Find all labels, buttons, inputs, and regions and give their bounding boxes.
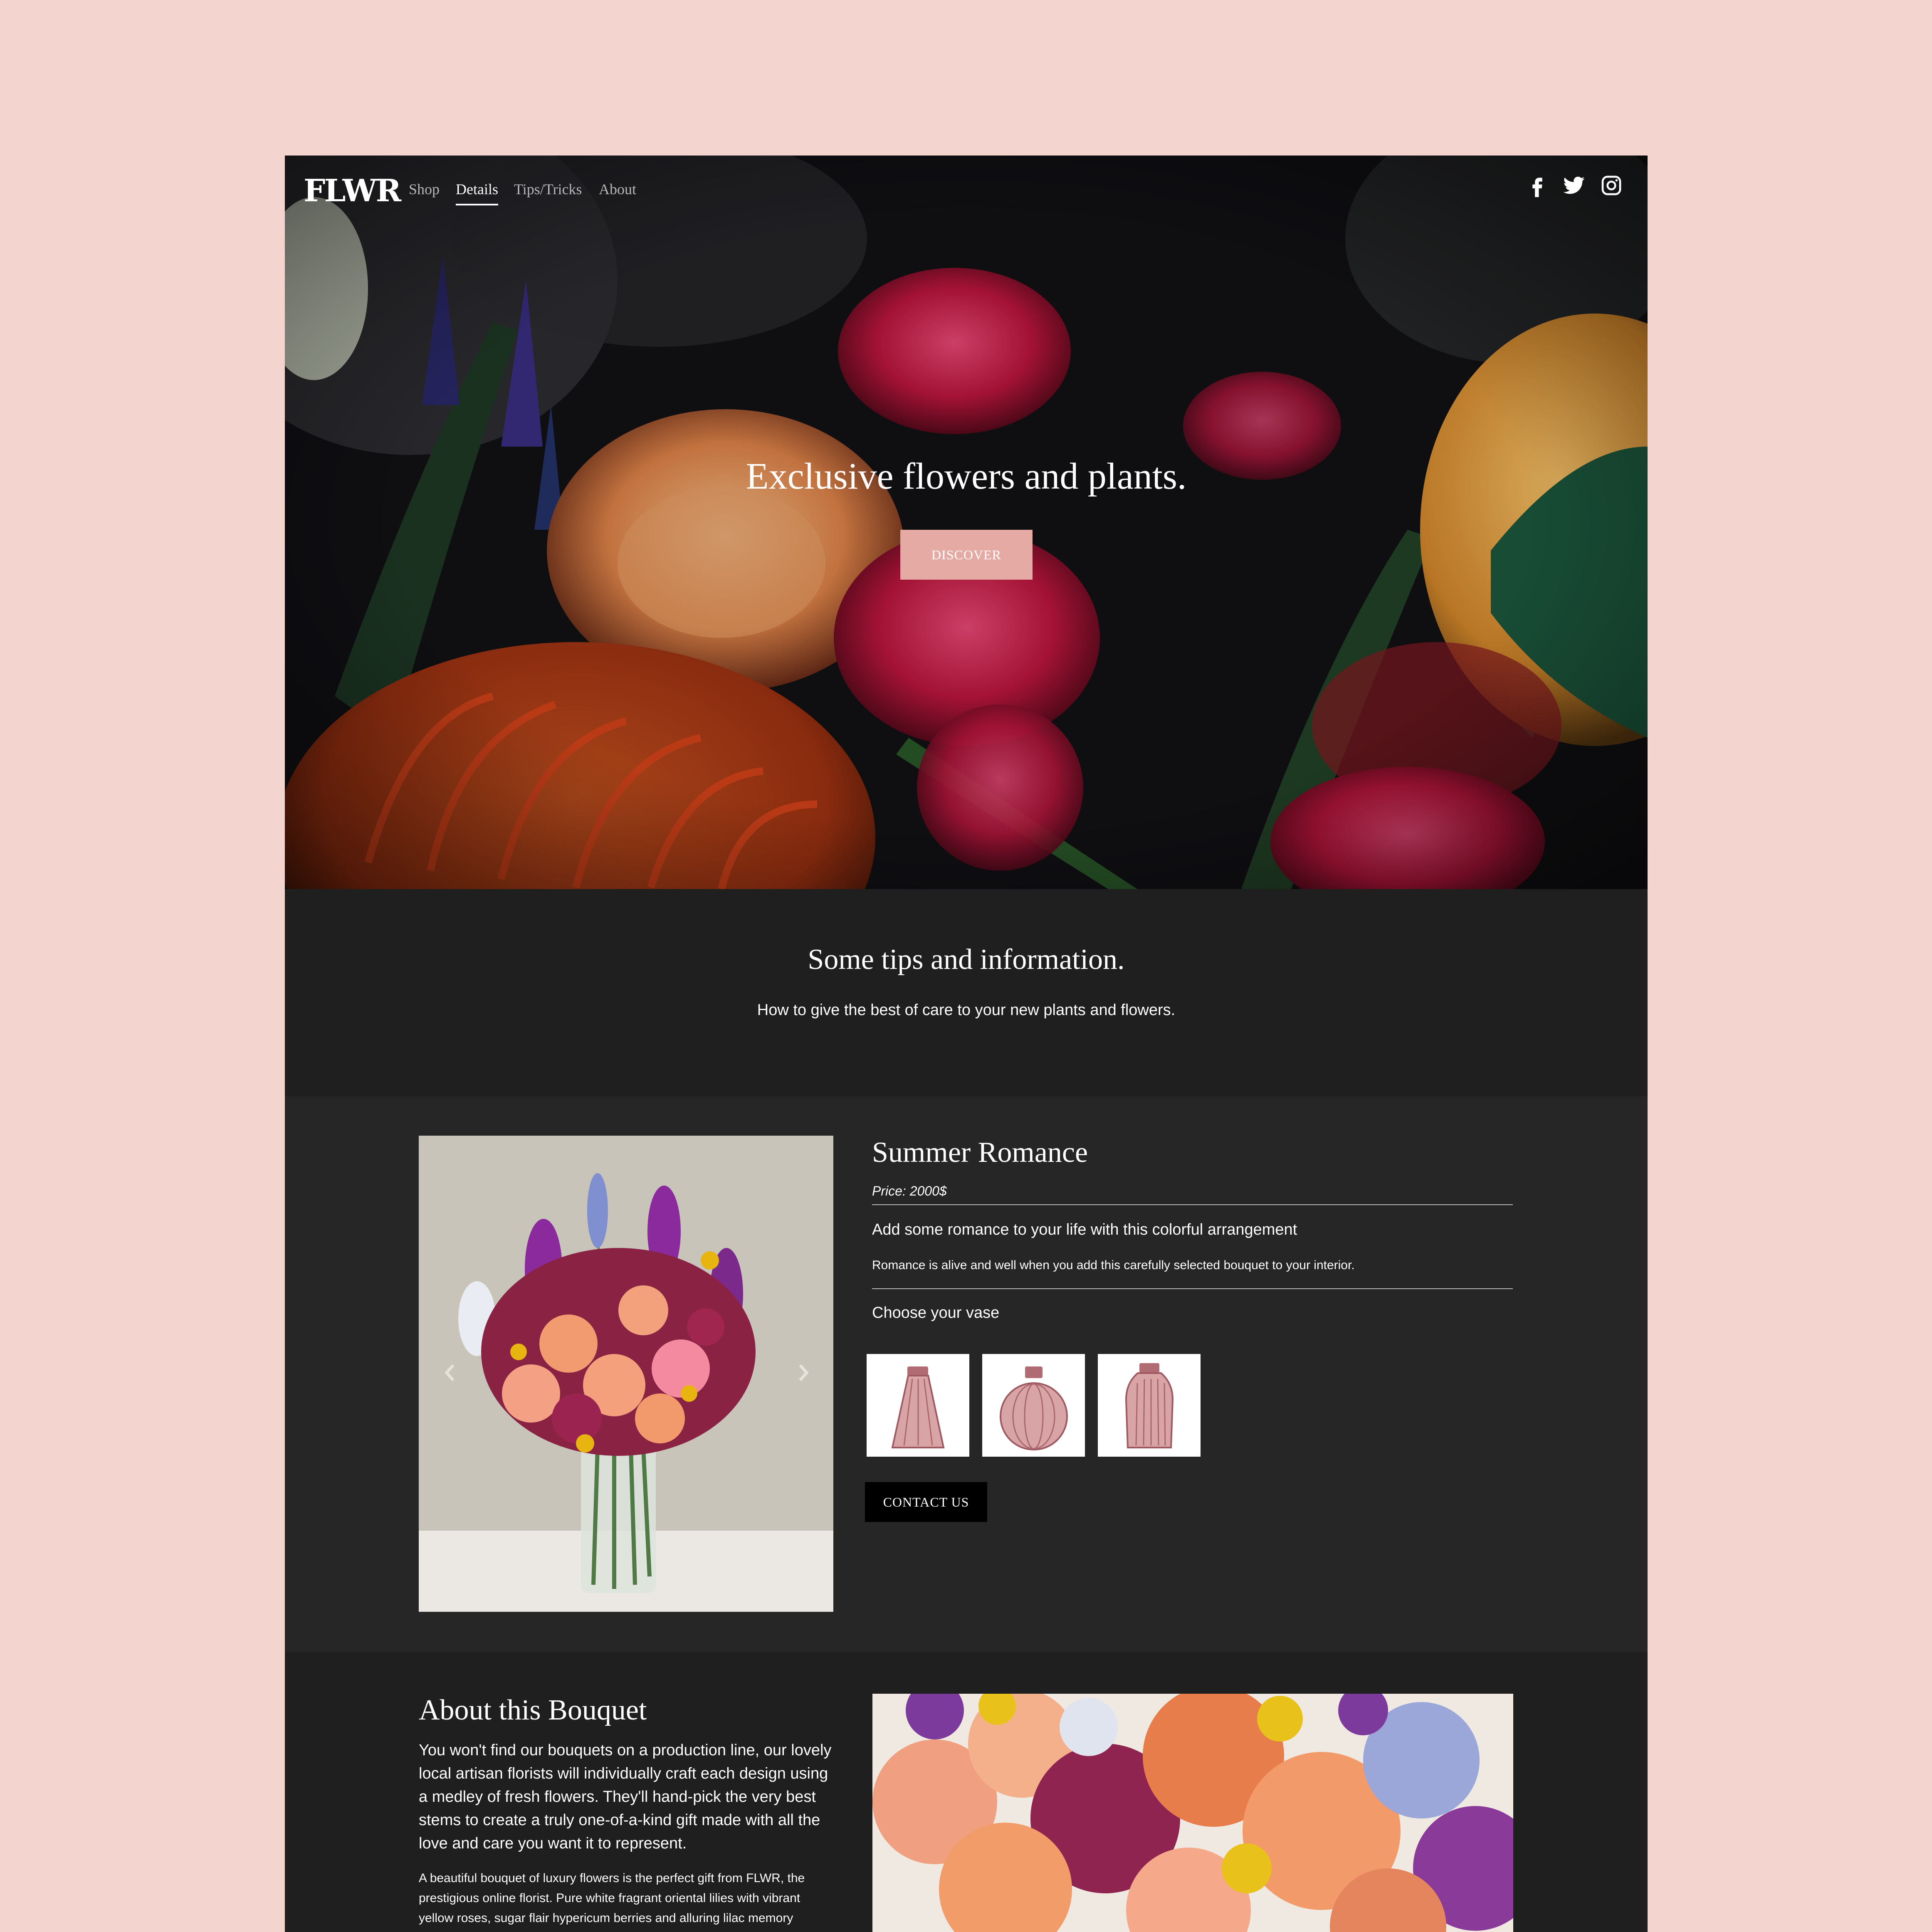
bouquet-closeup-image xyxy=(872,1694,1513,1932)
hero-title: Exclusive flowers and plants. xyxy=(746,456,1187,497)
about-title: About this Bouquet xyxy=(419,1694,647,1726)
product-title: Summer Romance xyxy=(872,1136,1088,1169)
hero-flowers-image xyxy=(285,156,1648,889)
nav-link-about[interactable]: About xyxy=(599,180,636,198)
about-paragraph-2: A beautiful bouquet of luxury flowers is… xyxy=(419,1871,805,1925)
vase-option-ribbed[interactable] xyxy=(1098,1354,1201,1457)
facebook-icon[interactable] xyxy=(1526,174,1549,197)
tips-subtitle: How to give the best of care to your new… xyxy=(757,1001,1176,1019)
twitter-icon[interactable] xyxy=(1562,174,1586,197)
ribbed-vase-image xyxy=(1125,1363,1174,1448)
about-section: About this Bouquet You won't find our bo… xyxy=(285,1652,1648,1932)
website-frame: FLWR Shop Details Tips/Tricks About Excl… xyxy=(285,156,1648,1932)
nav-link-tips-tricks[interactable]: Tips/Tricks xyxy=(514,180,582,198)
contact-us-button[interactable]: CONTACT US xyxy=(865,1482,987,1522)
nav-link-shop[interactable]: Shop xyxy=(409,180,440,198)
product-price: Price: 2000$ xyxy=(872,1183,947,1198)
about-paragraph-1: You won't find our bouquets on a product… xyxy=(419,1742,832,1852)
tips-title: Some tips and information. xyxy=(808,944,1125,976)
product-image-carousel[interactable] xyxy=(419,1136,833,1612)
product-section: Summer Romance Price: 2000$ Add some rom… xyxy=(285,1096,1648,1652)
nav-link-details[interactable]: Details xyxy=(456,180,498,205)
nav-link-details-label: Details xyxy=(456,181,498,198)
tips-section: Some tips and information. How to give t… xyxy=(285,889,1648,1096)
conical-vase-image xyxy=(891,1366,945,1448)
discover-button[interactable]: DISCOVER xyxy=(900,530,1033,580)
divider xyxy=(872,1288,1513,1289)
chevron-right-icon[interactable] xyxy=(795,1360,812,1385)
vase-option-round[interactable] xyxy=(982,1354,1085,1457)
round-vase-image xyxy=(1000,1366,1068,1450)
bouquet-vase-image xyxy=(419,1136,833,1612)
brand-logo[interactable]: FLWR xyxy=(304,173,401,209)
active-nav-underline xyxy=(456,204,498,205)
top-navigation: FLWR Shop Details Tips/Tricks About xyxy=(285,156,1648,239)
hero-section: FLWR Shop Details Tips/Tricks About Excl… xyxy=(285,156,1648,889)
instagram-icon[interactable] xyxy=(1600,174,1623,197)
product-description: Romance is alive and well when you add t… xyxy=(872,1258,1355,1272)
product-subtitle: Add some romance to your life with this … xyxy=(872,1221,1297,1238)
vase-option-conical[interactable] xyxy=(867,1354,969,1457)
choose-vase-label: Choose your vase xyxy=(872,1304,1000,1322)
divider xyxy=(872,1204,1513,1205)
chevron-left-icon[interactable] xyxy=(442,1360,458,1385)
